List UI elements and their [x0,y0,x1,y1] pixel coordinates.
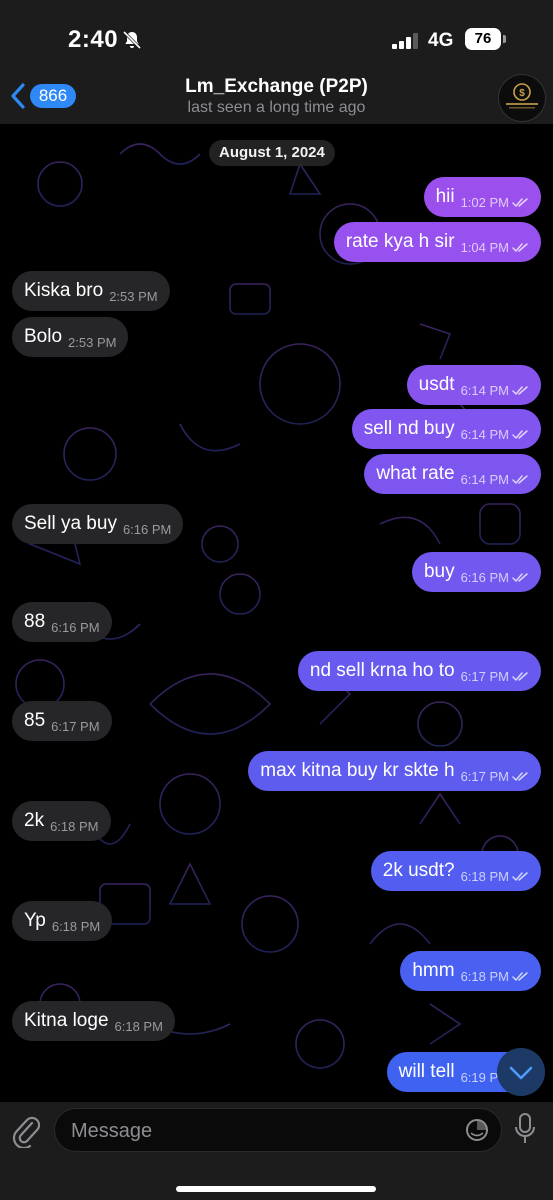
message-time: 6:14 PM [460,471,509,487]
message-time: 6:14 PM [460,382,509,398]
outgoing-message-bubble[interactable]: nd sell krna ho to 6:17 PM [297,651,541,691]
double-check-icon [512,671,528,681]
message-time: 6:17 PM [460,668,509,684]
message-text: sell nd buy [363,418,455,439]
message-text: 2k usdt? [382,860,455,881]
message-text: Yp [24,910,46,931]
sticker-icon[interactable] [465,1118,489,1142]
incoming-message-bubble[interactable]: Bolo 2:53 PM [12,317,129,357]
message-text: Kitna loge [24,1010,109,1031]
message-text: buy [423,561,455,582]
incoming-message-bubble[interactable]: Sell ya buy 6:16 PM [12,504,184,544]
double-check-icon [512,242,528,252]
incoming-message-bubble[interactable]: Kitna loge 6:18 PM [12,1001,175,1041]
message-time: 6:16 PM [51,619,100,635]
message-time: 6:18 PM [114,1018,163,1034]
message-text: rate kya h sir [345,231,455,252]
channel-avatar[interactable]: $ [498,74,546,122]
message-time: 1:02 PM [460,194,509,210]
message-text: what rate [376,463,455,484]
message-text: Bolo [24,326,63,347]
outgoing-message-bubble[interactable]: hii 1:02 PM [423,177,541,217]
chat-header: 866 Lm_Exchange (P2P) last seen a long t… [0,72,553,124]
bell-off-icon [122,30,142,50]
double-check-icon [512,385,528,395]
double-check-icon [512,572,528,582]
message-text: 88 [24,611,46,632]
message-input[interactable] [69,1109,453,1153]
outgoing-message-bubble[interactable]: buy 6:16 PM [411,552,541,592]
double-check-icon [512,871,528,881]
double-check-icon [512,771,528,781]
message-input-box[interactable] [54,1108,502,1153]
message-time: 6:17 PM [51,718,100,734]
date-separator: August 1, 2024 [209,140,335,166]
message-time: 6:16 PM [460,569,509,585]
status-time: 2:40 [68,26,119,53]
double-check-icon [512,971,528,981]
message-time: 6:17 PM [460,768,509,784]
incoming-message-bubble[interactable]: Kiska bro 2:53 PM [12,271,170,311]
battery-tip [503,35,506,43]
battery-icon: 76 [465,28,501,50]
message-text: 2k [24,810,45,831]
incoming-message-bubble[interactable]: Yp 6:18 PM [12,901,113,941]
outgoing-message-bubble[interactable]: rate kya h sir 1:04 PM [333,222,541,262]
status-bar: 2:40 4G 76 [0,0,553,72]
double-check-icon [512,197,528,207]
message-time: 6:18 PM [51,918,101,934]
outgoing-message-bubble[interactable]: hmm 6:18 PM [400,951,541,991]
double-check-icon [512,429,528,439]
message-text: Kiska bro [24,280,104,301]
home-indicator [176,1186,376,1192]
outgoing-message-bubble[interactable]: usdt 6:14 PM [406,365,541,405]
network-type: 4G [428,30,454,51]
incoming-message-bubble[interactable]: 88 6:16 PM [12,602,112,642]
message-time: 6:16 PM [122,521,172,537]
double-check-icon [512,474,528,484]
message-text: hii [435,186,455,207]
message-text: Sell ya buy [24,513,117,534]
message-time: 6:18 PM [460,968,509,984]
outgoing-message-bubble[interactable]: sell nd buy 6:14 PM [351,409,541,449]
message-time: 6:18 PM [460,868,509,884]
svg-text:$: $ [519,88,525,99]
message-time: 6:18 PM [50,818,99,834]
incoming-message-bubble[interactable]: 85 6:17 PM [12,701,112,741]
outgoing-message-bubble[interactable]: what rate 6:14 PM [364,454,541,494]
message-time: 2:53 PM [109,288,158,304]
incoming-message-bubble[interactable]: 2k 6:18 PM [12,801,111,841]
message-time: 2:53 PM [68,334,117,350]
message-time: 6:14 PM [460,426,509,442]
message-text: will tell [398,1061,455,1082]
message-text: nd sell krna ho to [309,660,455,681]
scroll-down-button[interactable] [497,1048,545,1096]
message-text: 85 [24,710,46,731]
message-text: max kitna buy kr skte h [260,760,455,781]
cellular-signal-icon [392,33,418,49]
message-text: hmm [412,960,455,981]
chat-title[interactable]: Lm_Exchange (P2P) [0,76,553,98]
message-list[interactable]: August 1, 2024 hii 1:02 PM rate kya h sir 1… [0,124,553,1102]
outgoing-message-bubble[interactable]: 2k usdt? 6:18 PM [370,851,541,891]
message-text: usdt [418,374,455,395]
message-time: 1:04 PM [460,239,509,255]
microphone-icon[interactable] [514,1112,536,1146]
paperclip-icon[interactable] [12,1114,40,1148]
outgoing-message-bubble[interactable]: max kitna buy kr skte h 6:17 PM [248,751,541,791]
last-seen-status: last seen a long time ago [187,99,366,116]
